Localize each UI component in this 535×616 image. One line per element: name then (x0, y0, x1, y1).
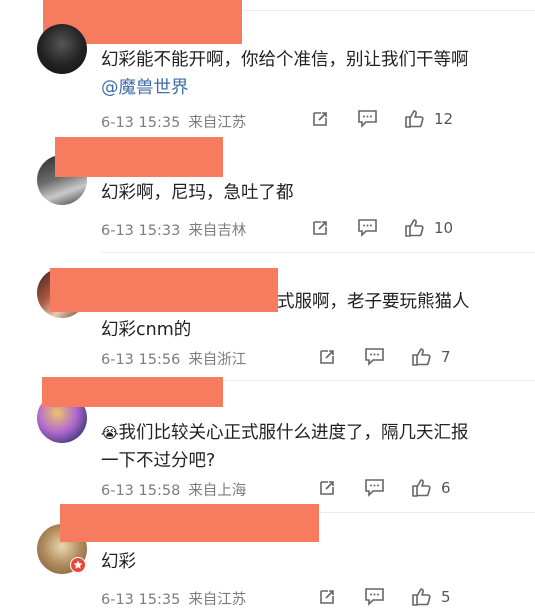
comment-location: 来自上海 (188, 483, 247, 499)
redacted-username (60, 504, 319, 542)
comment-meta: 6-13 15:58 来自上海 (101, 479, 246, 500)
share-icon[interactable] (310, 218, 330, 238)
thumbs-up-icon (411, 586, 433, 607)
like-button[interactable]: 7 (411, 346, 451, 367)
avatar[interactable] (37, 24, 87, 74)
comment-text: 😭我们比较关心正式服什么进度了，隔几天汇报一下不过分吧? (101, 423, 469, 471)
like-button[interactable]: 5 (411, 586, 451, 607)
thumbs-up-icon (404, 217, 426, 238)
redacted-username (55, 137, 223, 177)
comment-text: 式服啊，老子要玩熊猫人幻彩cnm的 (101, 292, 470, 340)
comment-meta: 6-13 15:56 来自浙江 (101, 348, 246, 369)
comment-meta: 6-13 15:35 来自江苏 (101, 588, 246, 609)
share-icon[interactable] (317, 347, 337, 367)
comment-actions: 10 (310, 217, 453, 238)
comment-time: 6-13 15:56 (101, 352, 181, 368)
redacted-username (42, 377, 223, 407)
comment-location: 来自浙江 (188, 352, 247, 368)
like-button[interactable]: 10 (404, 217, 453, 238)
thumbs-up-icon (404, 108, 426, 129)
comment-time: 6-13 15:35 (101, 592, 181, 608)
comment-icon[interactable] (357, 218, 378, 237)
comment-icon[interactable] (364, 587, 385, 606)
divider (242, 10, 535, 11)
like-count: 7 (441, 347, 451, 366)
comment-actions: 7 (317, 346, 451, 367)
comment-actions: 12 (310, 108, 453, 129)
thumbs-up-icon (411, 477, 433, 498)
comment-time: 6-13 15:58 (101, 483, 181, 499)
comment-icon[interactable] (357, 109, 378, 128)
comment-location: 来自吉林 (188, 223, 247, 239)
comment-text: 幻彩啊，尼玛，急吐了都 (101, 183, 294, 203)
share-icon[interactable] (317, 587, 337, 607)
thumbs-up-icon (411, 346, 433, 367)
like-button[interactable]: 6 (411, 477, 451, 498)
like-button[interactable]: 12 (404, 108, 453, 129)
comment-icon[interactable] (364, 347, 385, 366)
crying-emoji-icon: 😭 (101, 424, 119, 442)
comment-meta: 6-13 15:33 来自吉林 (101, 219, 246, 240)
comment-actions: 6 (317, 477, 451, 498)
comment-time: 6-13 15:35 (101, 115, 181, 131)
divider (101, 252, 535, 253)
comment-actions: 5 (317, 586, 451, 607)
verified-badge-icon (70, 557, 86, 573)
share-icon[interactable] (317, 478, 337, 498)
comment-meta: 6-13 15:35 来自江苏 (101, 111, 246, 132)
comment-text: 幻彩能不能开啊，你给个准信，别让我们干等啊@魔兽世界 (101, 50, 469, 98)
comment-location: 来自江苏 (188, 115, 247, 131)
like-count: 10 (434, 218, 454, 237)
share-icon[interactable] (310, 109, 330, 129)
like-count: 5 (441, 587, 451, 606)
mention-link[interactable]: @魔兽世界 (101, 78, 189, 98)
comment-text: 幻彩 (101, 552, 136, 572)
comment-icon[interactable] (364, 478, 385, 497)
like-count: 12 (434, 109, 454, 128)
comment-time: 6-13 15:33 (101, 223, 181, 239)
like-count: 6 (441, 478, 451, 497)
comment-location: 来自江苏 (188, 592, 247, 608)
